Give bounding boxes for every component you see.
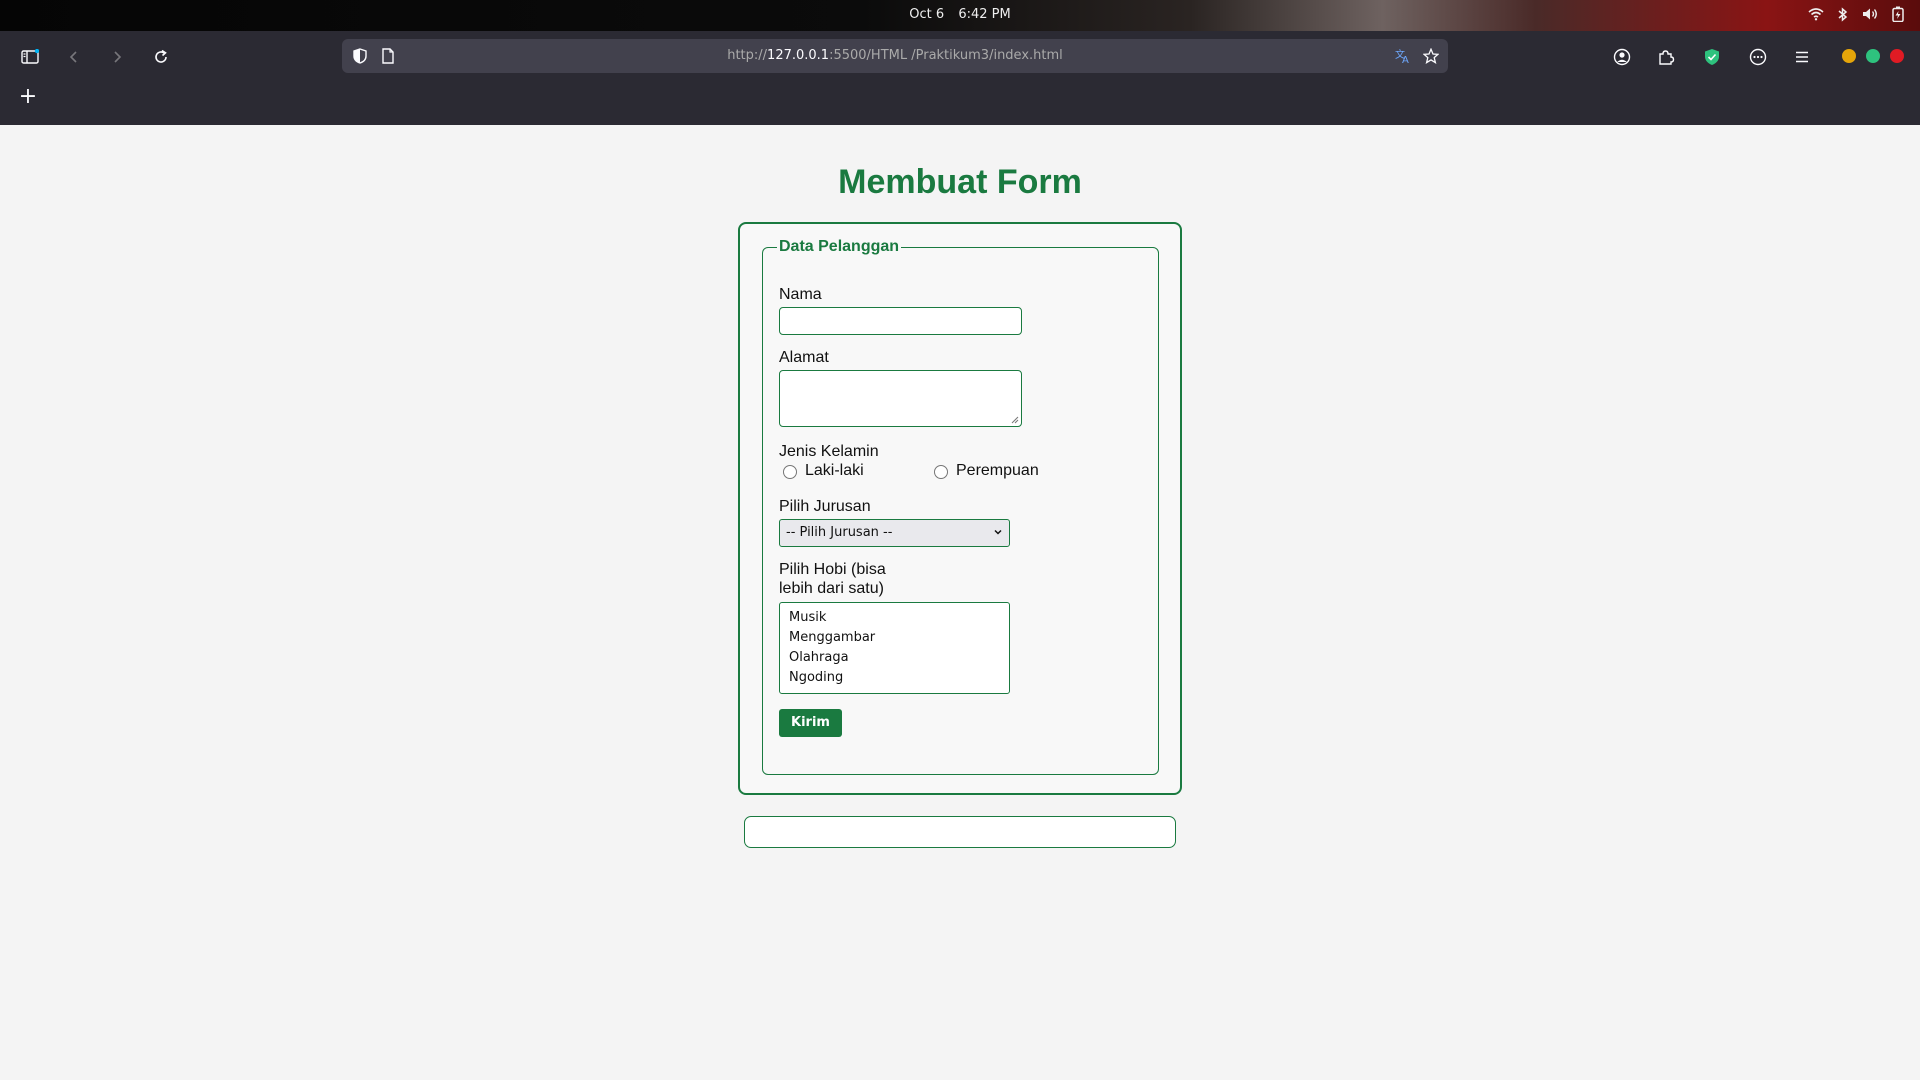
maximize-button[interactable] (1866, 49, 1880, 63)
battery-icon[interactable] (1892, 6, 1904, 22)
nama-input[interactable] (779, 307, 1022, 335)
radio-laki-laki[interactable] (783, 465, 797, 479)
radio-perempuan[interactable] (934, 465, 948, 479)
form-card: Data Pelanggan Nama Alamat Jenis Kelamin… (738, 222, 1182, 795)
fieldset-legend: Data Pelanggan (777, 238, 902, 256)
url-prefix: http:// (727, 48, 768, 63)
wifi-icon[interactable] (1808, 7, 1824, 21)
volume-icon[interactable] (1862, 7, 1878, 21)
os-time: 6:42 PM (958, 7, 1011, 22)
alamat-label: Alamat (779, 349, 829, 366)
chevron-down-icon (994, 529, 1002, 535)
reload-icon[interactable] (148, 44, 174, 70)
os-top-bar: Oct 6 6:42 PM (0, 0, 1920, 31)
os-clock[interactable]: Oct 6 6:42 PM (0, 7, 1920, 22)
address-bar[interactable]: http://127.0.0.1:5500/HTML /Praktikum3/i… (342, 39, 1448, 73)
new-tab-button[interactable]: + (16, 85, 40, 109)
shield-extension-icon[interactable] (1699, 44, 1725, 70)
minimize-button[interactable] (1842, 49, 1856, 63)
hobi-option-musik[interactable]: Musik (780, 608, 1009, 628)
menu-icon[interactable] (1789, 44, 1815, 70)
jurusan-selected-value: -- Pilih Jurusan -- (786, 525, 893, 540)
tab-strip: + (0, 81, 1920, 125)
sidebar-toggle-icon[interactable] (17, 44, 43, 70)
submit-button[interactable]: Kirim (779, 709, 842, 737)
browser-toolbar: http://127.0.0.1:5500/HTML /Praktikum3/i… (0, 31, 1920, 81)
bookmark-star-icon[interactable] (1422, 47, 1440, 65)
output-box (744, 816, 1176, 848)
page-viewport: Membuat Form Data Pelanggan Nama Alamat … (0, 125, 1920, 1080)
hobi-label-line1: Pilih Hobi (bisa (779, 561, 886, 578)
bluetooth-icon[interactable] (1838, 6, 1848, 22)
url-path: :5500/HTML /Praktikum3/index.html (829, 48, 1063, 63)
os-date: Oct 6 (909, 7, 945, 22)
jurusan-select[interactable]: -- Pilih Jurusan -- (779, 519, 1010, 547)
hobi-option-ngoding[interactable]: Ngoding (780, 668, 1009, 688)
hobi-multiselect[interactable]: Musik Menggambar Olahraga Ngoding (779, 602, 1010, 694)
customer-data-fieldset: Data Pelanggan Nama Alamat Jenis Kelamin… (762, 238, 1159, 775)
radio-perempuan-label[interactable]: Perempuan (956, 462, 1039, 480)
radio-laki-laki-label[interactable]: Laki-laki (805, 462, 864, 480)
close-button[interactable] (1890, 49, 1904, 63)
hobi-option-olahraga[interactable]: Olahraga (780, 648, 1009, 668)
gender-label: Jenis Kelamin (779, 443, 879, 460)
svg-text:A: A (1402, 55, 1409, 64)
extensions-icon[interactable] (1653, 44, 1679, 70)
system-tray[interactable] (1808, 6, 1904, 22)
page-title: Membuat Form (838, 163, 1082, 201)
forward-icon[interactable] (104, 44, 130, 70)
url-text[interactable]: http://127.0.0.1:5500/HTML /Praktikum3/i… (342, 48, 1448, 63)
jurusan-label: Pilih Jurusan (779, 498, 871, 515)
resize-grip-icon[interactable] (1011, 416, 1019, 424)
hobi-option-menggambar[interactable]: Menggambar (780, 628, 1009, 648)
more-tools-icon[interactable] (1745, 44, 1771, 70)
nama-label: Nama (779, 286, 822, 303)
back-icon[interactable] (61, 44, 87, 70)
hobi-label-line2: lebih dari satu) (779, 580, 884, 597)
browser-chrome: http://127.0.0.1:5500/HTML /Praktikum3/i… (0, 31, 1920, 125)
url-host: 127.0.0.1 (767, 48, 830, 63)
translate-icon[interactable]: 文A (1394, 47, 1412, 65)
alamat-textarea[interactable] (779, 370, 1022, 427)
account-icon[interactable] (1609, 44, 1635, 70)
